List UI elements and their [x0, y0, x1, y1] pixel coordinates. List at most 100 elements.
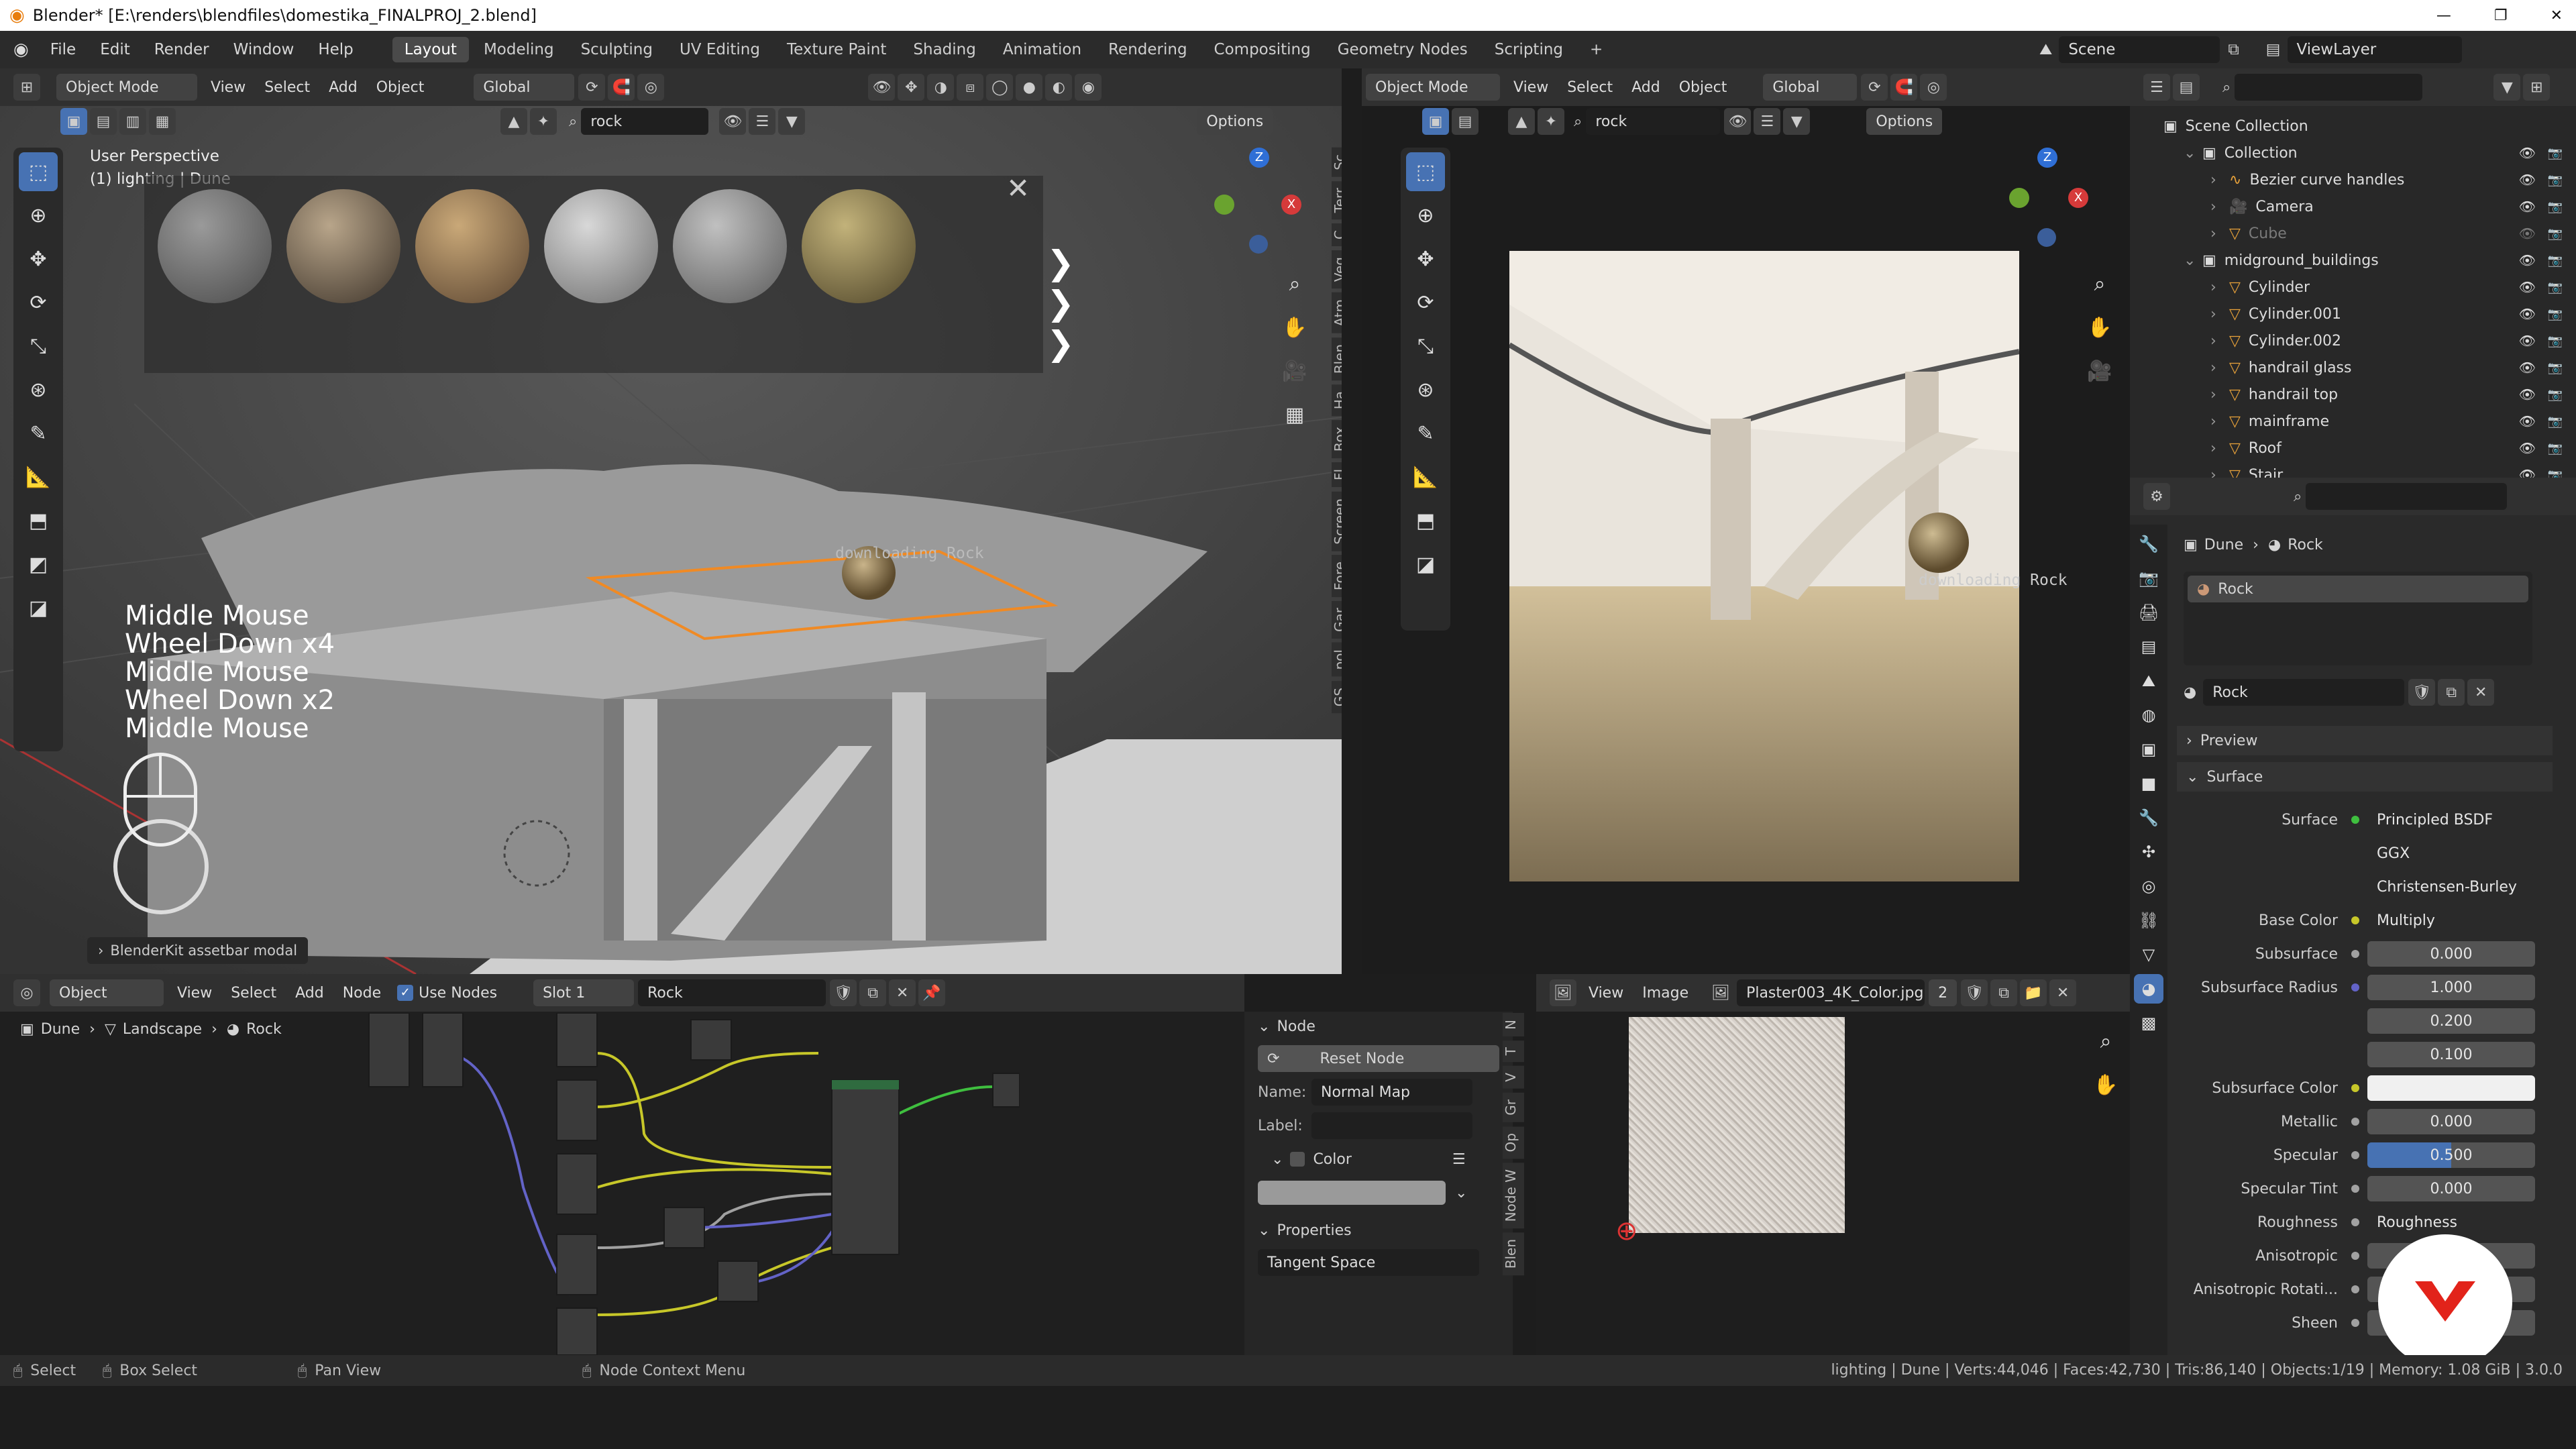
tab-sculpting[interactable]: Sculpting	[569, 37, 665, 62]
scene-icon[interactable]: ⛰	[2134, 666, 2163, 696]
rendered-shading-icon[interactable]: ◉	[1075, 74, 1102, 101]
close-button[interactable]: ✕	[2551, 7, 2563, 24]
filter-mesh-icon[interactable]: ▲	[1508, 108, 1535, 135]
outliner-item[interactable]: › ▽ Cylinder.002 👁 📷	[2130, 327, 2576, 354]
shader-type-selector[interactable]: Object	[50, 979, 164, 1006]
sidebar-tab[interactable]: Fore	[1332, 555, 1342, 598]
minimize-button[interactable]: —	[2436, 7, 2451, 24]
visibility-icon[interactable]: 👁	[868, 74, 896, 101]
render-toggle-icon[interactable]: 📷	[2548, 415, 2563, 429]
socket-icon[interactable]	[2351, 1151, 2359, 1159]
output-settings-icon[interactable]: 🖨	[2134, 598, 2163, 627]
chevron-right-icon[interactable]: ›	[2210, 199, 2229, 215]
sidebar-tab[interactable]: Node W	[1503, 1163, 1524, 1229]
duplicate-icon[interactable]: ⧉	[2438, 679, 2465, 706]
chevron-right-icon[interactable]: ›	[2210, 333, 2229, 350]
annotate-tool-icon[interactable]: ✎	[1406, 414, 1445, 453]
socket-icon[interactable]	[2351, 1185, 2359, 1193]
visibility-eye-icon[interactable]: 👁	[2519, 360, 2536, 376]
property-value[interactable]: 0.000	[2367, 941, 2535, 967]
fake-user-icon[interactable]: 🛡	[2408, 679, 2436, 706]
sidebar-tab[interactable]: Veg	[1332, 250, 1342, 289]
visibility-eye-icon[interactable]: 👁	[2519, 413, 2536, 429]
close-asset-bar-icon[interactable]: ✕	[1006, 172, 1030, 205]
pin-icon[interactable]: 📌	[918, 979, 946, 1006]
fake-user-icon[interactable]: 🛡	[830, 979, 857, 1006]
asset-search-input[interactable]: rock	[1586, 108, 1721, 135]
scene-selector[interactable]: Scene	[2059, 36, 2220, 63]
visibility-eye-icon[interactable]: 👁	[2519, 225, 2536, 241]
menu-object[interactable]: Object	[367, 79, 434, 96]
preview-panel[interactable]: › Preview	[2177, 726, 2553, 755]
wireframe-shading-icon[interactable]: ◯	[986, 74, 1014, 101]
camera-view-icon[interactable]: 🎥	[2080, 352, 2119, 390]
material-slot[interactable]: ◕ Rock	[2188, 576, 2528, 602]
render-toggle-icon[interactable]: 📷	[2548, 388, 2563, 402]
grid-view-icon[interactable]: ▦	[1275, 395, 1314, 434]
bevel-tool-icon[interactable]: ◩	[19, 545, 58, 584]
filter-light-icon[interactable]: ✦	[1538, 108, 1564, 135]
socket-icon[interactable]	[2351, 1084, 2359, 1092]
render-toggle-icon[interactable]: 📷	[2548, 307, 2563, 321]
knife-tool-icon[interactable]: ◪	[19, 588, 58, 627]
sidebar-tab[interactable]: Screen	[1332, 491, 1342, 551]
chevron-down-icon[interactable]: ⌄	[2184, 252, 2202, 269]
outliner-item[interactable]: › 🎥 Camera 👁 📷	[2130, 193, 2576, 220]
node-color-swatch[interactable]	[1258, 1181, 1446, 1205]
funnel-icon[interactable]: ▼	[1783, 108, 1811, 135]
filter-mesh-icon[interactable]: ▲	[500, 108, 527, 135]
chevron-right-icon[interactable]: ›	[2210, 306, 2229, 323]
world-icon[interactable]: ◍	[2134, 700, 2163, 730]
sidebar-tab[interactable]: T	[1503, 1040, 1524, 1063]
unlink-icon[interactable]: ✕	[2049, 979, 2077, 1006]
options-button[interactable]: Options	[1197, 108, 1273, 135]
gizmo-icon[interactable]: ✥	[898, 74, 925, 101]
space-selector[interactable]: Tangent Space	[1258, 1249, 1479, 1276]
sidebar-tab[interactable]: V	[1503, 1066, 1524, 1089]
tab-scripting[interactable]: Scripting	[1483, 37, 1575, 62]
measure-tool-icon[interactable]: 📐	[19, 458, 58, 496]
reset-node-button[interactable]: ⟳ Reset Node	[1258, 1045, 1499, 1072]
asset-thumbnail[interactable]	[415, 189, 529, 303]
menu-view[interactable]: View	[201, 79, 255, 96]
select-mode-icon[interactable]: ▣	[60, 108, 87, 135]
cursor-tool-icon[interactable]: ⊕	[19, 196, 58, 235]
outliner-item[interactable]: › ▽ Roof 👁 📷	[2130, 435, 2576, 462]
scale-tool-icon[interactable]: ⤡	[19, 327, 58, 366]
asset-thumbnail[interactable]	[158, 189, 272, 303]
view-layer-selector[interactable]: ViewLayer	[2287, 36, 2462, 63]
add-workspace-button[interactable]: +	[1578, 37, 1615, 62]
tab-modeling[interactable]: Modeling	[472, 37, 566, 62]
property-value[interactable]: 0.500	[2367, 1142, 2535, 1168]
property-value[interactable]: Multiply	[2367, 908, 2535, 933]
menu-view[interactable]: View	[168, 985, 221, 1002]
sidebar-tab[interactable]: GS	[1332, 680, 1342, 714]
render-toggle-icon[interactable]: 📷	[2548, 280, 2563, 294]
filter-light-icon[interactable]: ✦	[530, 108, 557, 135]
render-toggle-icon[interactable]: 📷	[2548, 334, 2563, 348]
menu-render[interactable]: Render	[142, 41, 221, 58]
socket-icon[interactable]	[2351, 950, 2359, 958]
unlink-icon[interactable]: ✕	[2467, 679, 2495, 706]
image-users-count[interactable]: 2	[1929, 979, 1957, 1006]
sidebar-tab[interactable]: Blen	[1332, 337, 1342, 380]
editor-type-icon[interactable]: ⊞	[13, 74, 40, 101]
move-tool-icon[interactable]: ✥	[1406, 239, 1445, 278]
snap-icon[interactable]: 🧲	[608, 74, 635, 101]
menu-image[interactable]: Image	[1633, 985, 1698, 1002]
next-page-icon[interactable]: ❯ ❯ ❯	[1046, 243, 1075, 364]
select-box-tool-icon[interactable]: ⬚	[19, 152, 58, 191]
outliner-item[interactable]: › ▽ mainframe 👁 📷	[2130, 408, 2576, 435]
tool-settings-icon[interactable]: 🔧	[2134, 529, 2163, 559]
node-editor[interactable]: ◎ Object View Select Add Node ✓ Use Node…	[0, 974, 1244, 1355]
menu-select[interactable]: Select	[255, 79, 319, 96]
menu-select[interactable]: Select	[221, 985, 286, 1002]
zoom-icon[interactable]: ⌕	[2086, 1022, 2125, 1061]
use-nodes-checkbox[interactable]: ✓	[397, 985, 414, 1001]
zoom-icon[interactable]: ⌕	[2080, 264, 2119, 303]
outliner-item[interactable]: › ∿ Bezier curve handles 👁 📷	[2130, 166, 2576, 193]
sidebar-tab[interactable]: N	[1503, 1013, 1524, 1036]
zoom-icon[interactable]: ⌕	[1275, 264, 1314, 303]
menu-file[interactable]: File	[38, 41, 89, 58]
menu-window[interactable]: Window	[221, 41, 307, 58]
